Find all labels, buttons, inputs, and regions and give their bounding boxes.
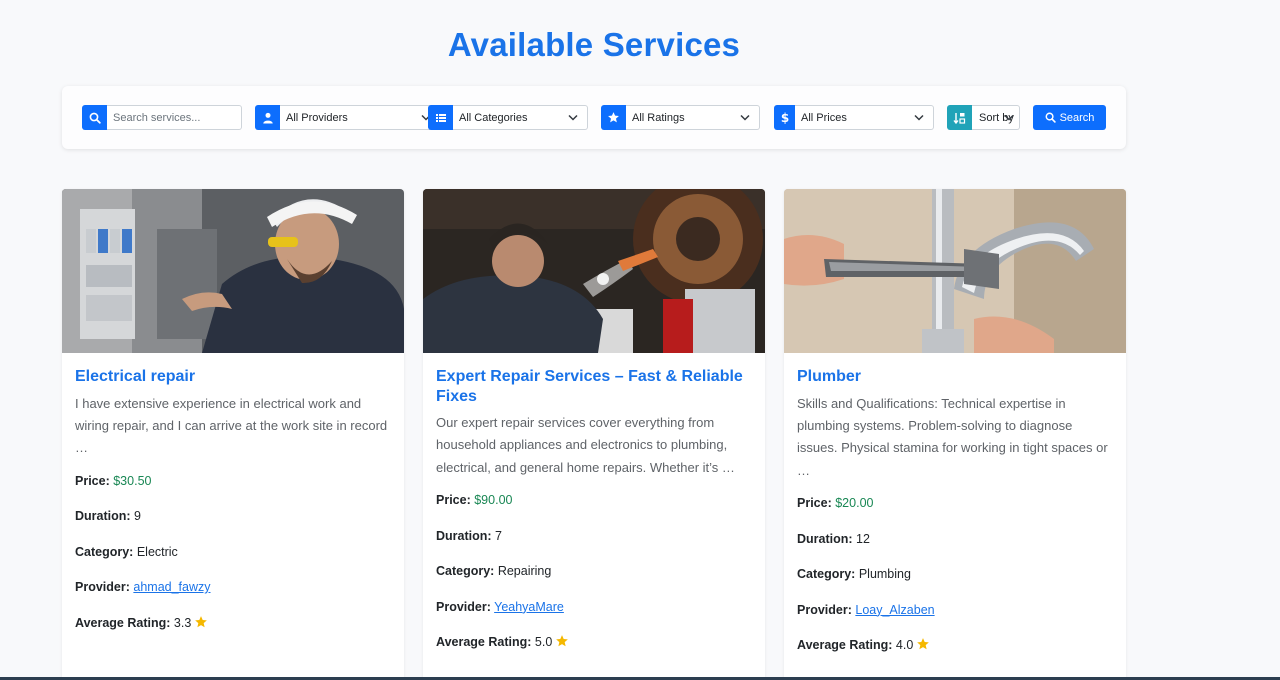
service-price: Price: $90.00 [436,493,513,508]
ratings-select-value: All Ratings [632,111,685,124]
sort-filter[interactable]: Sort by [947,105,1020,130]
service-provider: Provider: ahmad_fawzy [75,580,211,595]
search-icon [1045,112,1056,123]
service-description: Skills and Qualifications: Technical exp… [797,395,1108,478]
search-group [82,105,242,130]
search-button-label: Search [1059,111,1095,124]
mechanic-photo [423,189,765,353]
dollar-icon: $ [774,105,795,130]
ratings-filter[interactable]: All Ratings [601,105,760,130]
filter-bar: All Providers All Categories All Ratings [62,86,1126,149]
sort-icon [947,105,972,130]
search-icon [82,105,107,130]
provider-link[interactable]: Loay_Alzaben [855,603,934,617]
service-description: I have extensive experience in electrica… [75,395,388,456]
chevron-down-icon [1004,114,1014,121]
service-duration: Duration: 12 [797,531,870,546]
duration-value: 12 [856,531,870,546]
service-price: Price: $20.00 [797,496,874,511]
chevron-down-icon [914,114,924,121]
user-icon [255,105,280,130]
service-rating: Average Rating: 3.3 [75,615,391,631]
category-value: Electric [136,544,178,559]
duration-value: 7 [495,528,502,543]
prices-filter[interactable]: $ All Prices [774,105,934,130]
prices-select-value: All Prices [801,111,847,124]
service-card[interactable]: Expert Repair Services – Fast & Reliable… [423,189,765,680]
rating-value: 5.0 [534,635,553,650]
electrician-photo [62,189,404,353]
category-value: Repairing [497,564,552,579]
service-category: Category: Plumbing [797,567,911,582]
categories-select[interactable]: All Categories [453,105,588,130]
service-card[interactable]: Plumber Skills and Qualifications: Techn… [784,189,1126,680]
providers-select-value: All Providers [286,111,348,124]
svg-text:$: $ [780,111,788,124]
page-title: Available Services [447,26,741,63]
plumber-photo [784,189,1126,353]
providers-select[interactable]: All Providers [280,105,441,130]
service-duration: Duration: 7 [436,528,502,543]
ratings-select[interactable]: All Ratings [626,105,760,130]
star-icon [195,615,208,627]
sort-select[interactable]: Sort by [972,105,1020,130]
service-provider: Provider: Loay_Alzaben [797,602,935,617]
service-duration: Duration: 9 [75,509,141,524]
service-title[interactable]: Plumber [797,367,1113,387]
service-category: Category: Repairing [436,564,552,579]
star-icon [917,638,930,650]
list-icon [428,105,453,130]
provider-link[interactable]: YeahyaMare [494,600,564,614]
provider-link[interactable]: ahmad_fawzy [133,580,210,594]
service-title[interactable]: Electrical repair [75,367,391,387]
chevron-down-icon [740,114,750,121]
search-button[interactable]: Search [1033,105,1106,130]
categories-select-value: All Categories [459,111,528,124]
categories-filter[interactable]: All Categories [428,105,588,130]
service-title[interactable]: Expert Repair Services – Fast & Reliable… [436,367,752,406]
prices-select[interactable]: All Prices [795,105,934,130]
rating-value: 4.0 [895,638,914,653]
chevron-down-icon [568,114,578,121]
service-provider: Provider: YeahyaMare [436,599,564,614]
service-price: Price: $30.50 [75,473,152,488]
rating-value: 3.3 [173,615,192,630]
service-description: Our expert repair services cover everyth… [436,415,735,475]
services-page: Available Services All Providers [0,0,1280,680]
category-value: Plumbing [858,567,911,582]
providers-filter[interactable]: All Providers [255,105,441,130]
service-category: Category: Electric [75,544,178,559]
star-icon [601,105,626,130]
service-rating: Average Rating: 5.0 [436,634,752,650]
price-value: $30.50 [113,473,152,488]
search-input[interactable] [107,105,242,130]
star-icon [556,635,569,647]
service-card[interactable]: Electrical repair I have extensive exper… [62,189,404,680]
service-rating: Average Rating: 4.0 [797,637,1113,653]
duration-value: 9 [134,509,141,524]
price-value: $90.00 [474,493,513,508]
price-value: $20.00 [835,496,874,511]
